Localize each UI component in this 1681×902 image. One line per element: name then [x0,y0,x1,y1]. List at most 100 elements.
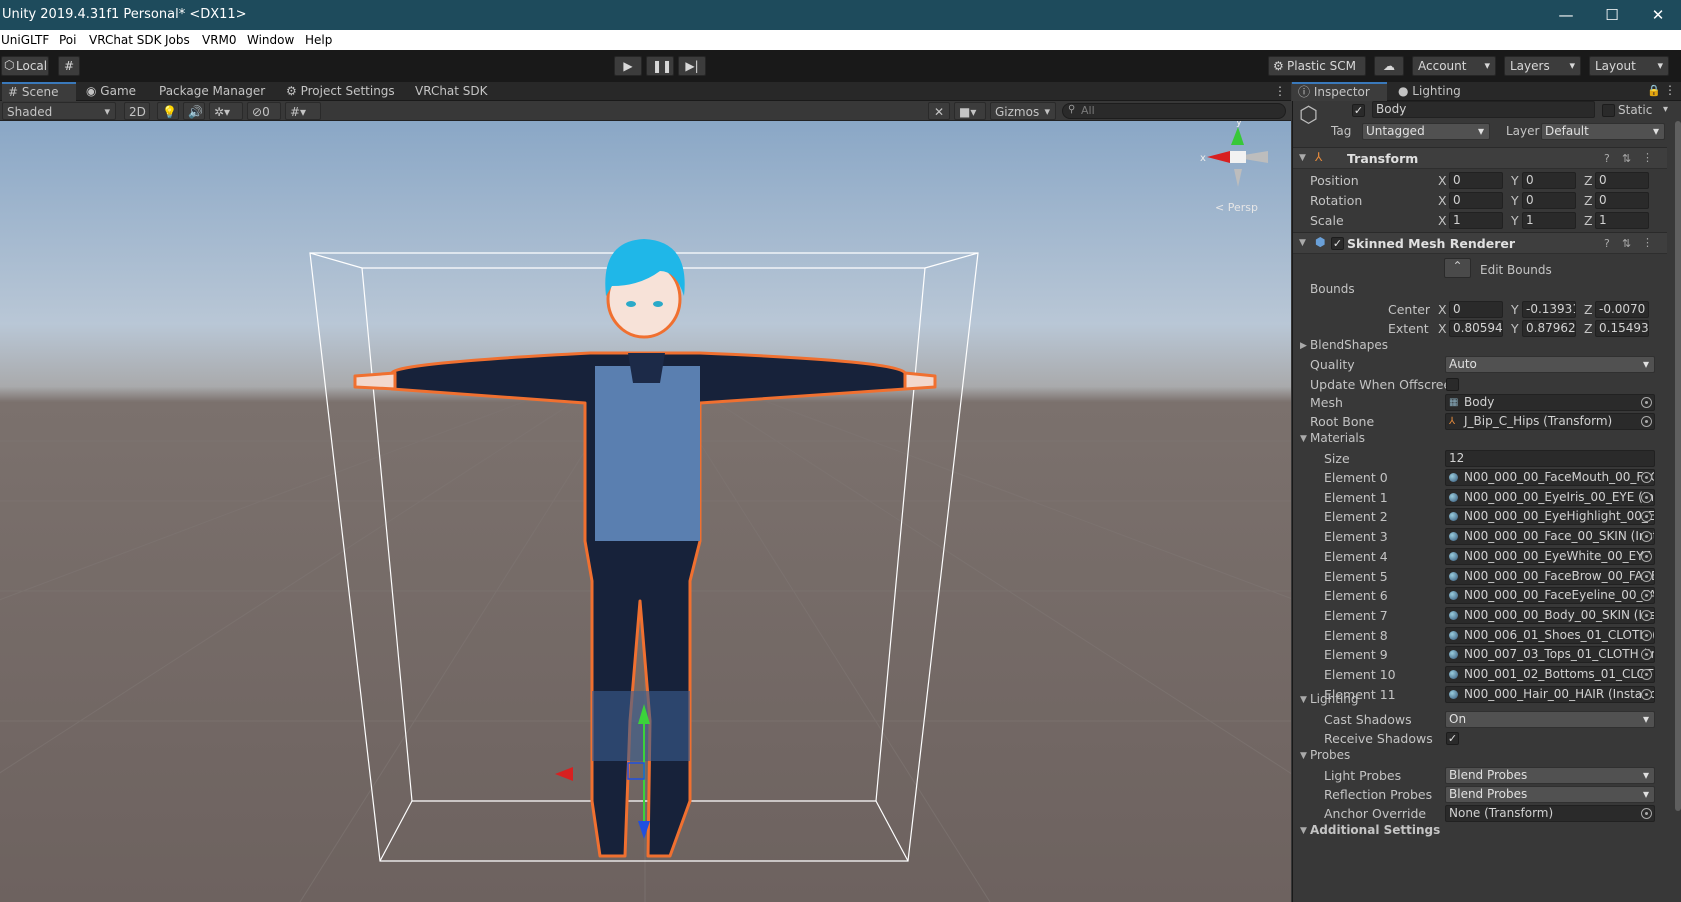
material-picker-icon[interactable] [1641,649,1652,660]
material-element-field[interactable]: N00_000_00_FaceBrow_00_FACE [1445,568,1655,585]
skinned-mesh-renderer-header[interactable]: ▼ ⬢ ✓ Skinned Mesh Renderer ? ⇅ ⋮ [1293,232,1667,254]
preset-icon[interactable]: ⇅ [1622,152,1631,165]
scale-x-field[interactable]: 1 [1449,212,1503,229]
materials-label[interactable]: Materials [1310,431,1365,445]
perspective-label[interactable]: < Persp [1215,201,1258,214]
position-y-field[interactable]: 0 [1522,172,1576,189]
material-element-field[interactable]: N00_000_00_FaceEyeline_00_FACE [1445,587,1655,604]
material-picker-icon[interactable] [1641,571,1652,582]
shading-mode-dropdown[interactable]: Shaded [2,102,116,121]
tab-game[interactable]: ◉ Game [80,82,142,101]
account-dropdown[interactable]: Account [1412,56,1496,76]
material-element-field[interactable]: N00_006_01_Shoes_01_CLOTH (Instance) [1445,627,1655,644]
material-element-field[interactable]: N00_000_Hair_00_HAIR (Instance) [1445,686,1655,703]
material-picker-icon[interactable] [1641,511,1652,522]
mesh-field[interactable]: ▦ Body [1445,394,1655,411]
tab-scene[interactable]: # Scene [2,82,76,101]
menu-jobs[interactable]: Jobs [165,33,190,47]
tag-dropdown[interactable]: Untagged [1362,123,1490,140]
gizmos-dropdown[interactable]: Gizmos [990,102,1056,121]
smr-help-icon[interactable]: ? [1604,237,1610,250]
material-element-field[interactable]: N00_007_03_Tops_01_CLOTH (Instance) [1445,646,1655,663]
anchor-override-field[interactable]: None (Transform) [1445,805,1655,822]
local-toggle[interactable]: ⬡ Local [1,56,49,76]
grid-dropdown[interactable]: #▾ [285,102,321,120]
effects-dropdown[interactable]: ✲▾ [209,102,243,120]
material-picker-icon[interactable] [1641,492,1652,503]
2d-toggle[interactable]: 2D [124,102,150,120]
menu-poi[interactable]: Poi [59,33,76,47]
material-picker-icon[interactable] [1641,590,1652,601]
additional-settings-label[interactable]: Additional Settings [1310,823,1440,837]
material-element-field[interactable]: N00_000_00_EyeWhite_00_EYE [1445,548,1655,565]
layout-dropdown[interactable]: Layout [1589,56,1669,76]
menu-vrchat-sdk[interactable]: VRChat SDK [89,33,162,47]
mesh-picker-icon[interactable] [1641,397,1652,408]
static-dropdown-icon[interactable]: ▾ [1663,104,1668,115]
object-name-field[interactable]: Body [1372,101,1595,118]
orientation-gizmo[interactable]: y x < Persp [1200,121,1268,214]
layer-dropdown[interactable]: Default [1541,123,1665,140]
play-button[interactable]: ▶ [614,56,642,76]
pause-button[interactable]: ❚❚ [646,56,674,76]
smr-enabled-checkbox[interactable]: ✓ [1331,237,1344,250]
materials-fold-icon[interactable]: ▼ [1300,434,1307,444]
blendshapes-label[interactable]: BlendShapes [1310,338,1388,352]
tab-package-manager[interactable]: Package Manager [153,82,271,101]
scale-z-field[interactable]: 1 [1595,212,1649,229]
material-picker-icon[interactable] [1641,551,1652,562]
additional-settings-fold-icon[interactable]: ▼ [1300,826,1307,836]
tab-project-settings[interactable]: ⚙ Project Settings [280,82,401,101]
scene-viewport[interactable]: y x < Persp [0,121,1291,902]
transform-fold-icon[interactable]: ▼ [1299,153,1306,163]
extent-z-field[interactable]: 0.15493 [1595,320,1649,337]
rotation-y-field[interactable]: 0 [1522,192,1576,209]
quality-dropdown[interactable]: Auto [1445,356,1655,373]
material-picker-icon[interactable] [1641,669,1652,680]
tab-lighting[interactable]: ● Lighting [1392,82,1467,101]
menu-vrm0[interactable]: VRM0 [202,33,237,47]
smr-fold-icon[interactable]: ▼ [1299,238,1306,248]
material-element-field[interactable]: N00_001_02_Bottoms_01_CLOTH [1445,666,1655,683]
material-picker-icon[interactable] [1641,630,1652,641]
tab-menu-button[interactable]: ⋮ [1268,82,1292,101]
help-icon[interactable]: ? [1604,152,1610,165]
grid-snap-button[interactable]: # [58,56,80,76]
material-element-field[interactable]: N00_000_00_Body_00_SKIN (Instance) [1445,607,1655,624]
position-x-field[interactable]: 0 [1449,172,1503,189]
material-element-field[interactable]: N00_000_00_Face_00_SKIN (Instance) [1445,528,1655,545]
plastic-scm-button[interactable]: ⚙ Plastic SCM [1268,56,1366,76]
material-picker-icon[interactable] [1641,689,1652,700]
minimize-button[interactable]: — [1551,6,1581,24]
menu-unigltf[interactable]: UniGLTF [1,33,49,47]
material-picker-icon[interactable] [1641,472,1652,483]
tab-inspector[interactable]: ⓘ Inspector [1292,82,1387,101]
active-checkbox[interactable]: ✓ [1352,104,1365,117]
extent-x-field[interactable]: 0.80594 [1449,320,1503,337]
materials-size-field[interactable]: 12 [1445,450,1655,467]
layers-dropdown[interactable]: Layers [1504,56,1581,76]
step-button[interactable]: ▶| [678,56,706,76]
inspector-scrollbar[interactable] [1675,121,1681,811]
blendshapes-fold-icon[interactable]: ▶ [1300,341,1307,351]
menu-help[interactable]: Help [305,33,332,47]
close-button[interactable]: ✕ [1643,6,1673,24]
light-probes-dropdown[interactable]: Blend Probes [1445,767,1655,784]
receive-shadows-checkbox[interactable]: ✓ [1446,732,1459,745]
material-element-field[interactable]: N00_000_00_EyeHighlight_00_EYE [1445,508,1655,525]
material-picker-icon[interactable] [1641,531,1652,542]
scale-y-field[interactable]: 1 [1522,212,1576,229]
probes-section-label[interactable]: Probes [1310,748,1350,762]
tools-toggle[interactable]: ✕ [928,102,950,120]
lighting-fold-icon[interactable]: ▼ [1300,695,1307,705]
camera-dropdown[interactable]: ■▾ [954,102,986,120]
lighting-toggle[interactable]: 💡 [157,102,179,120]
audio-toggle[interactable]: 🔊 [183,102,205,120]
static-checkbox[interactable] [1602,104,1615,117]
anchor-override-picker-icon[interactable] [1641,808,1652,819]
transform-header[interactable]: ▼ ⅄ Transform ? ⇅ ⋮ [1293,147,1667,169]
probes-fold-icon[interactable]: ▼ [1300,751,1307,761]
rotation-z-field[interactable]: 0 [1595,192,1649,209]
maximize-button[interactable]: ☐ [1597,6,1627,24]
center-y-field[interactable]: -0.13931 [1522,301,1576,318]
